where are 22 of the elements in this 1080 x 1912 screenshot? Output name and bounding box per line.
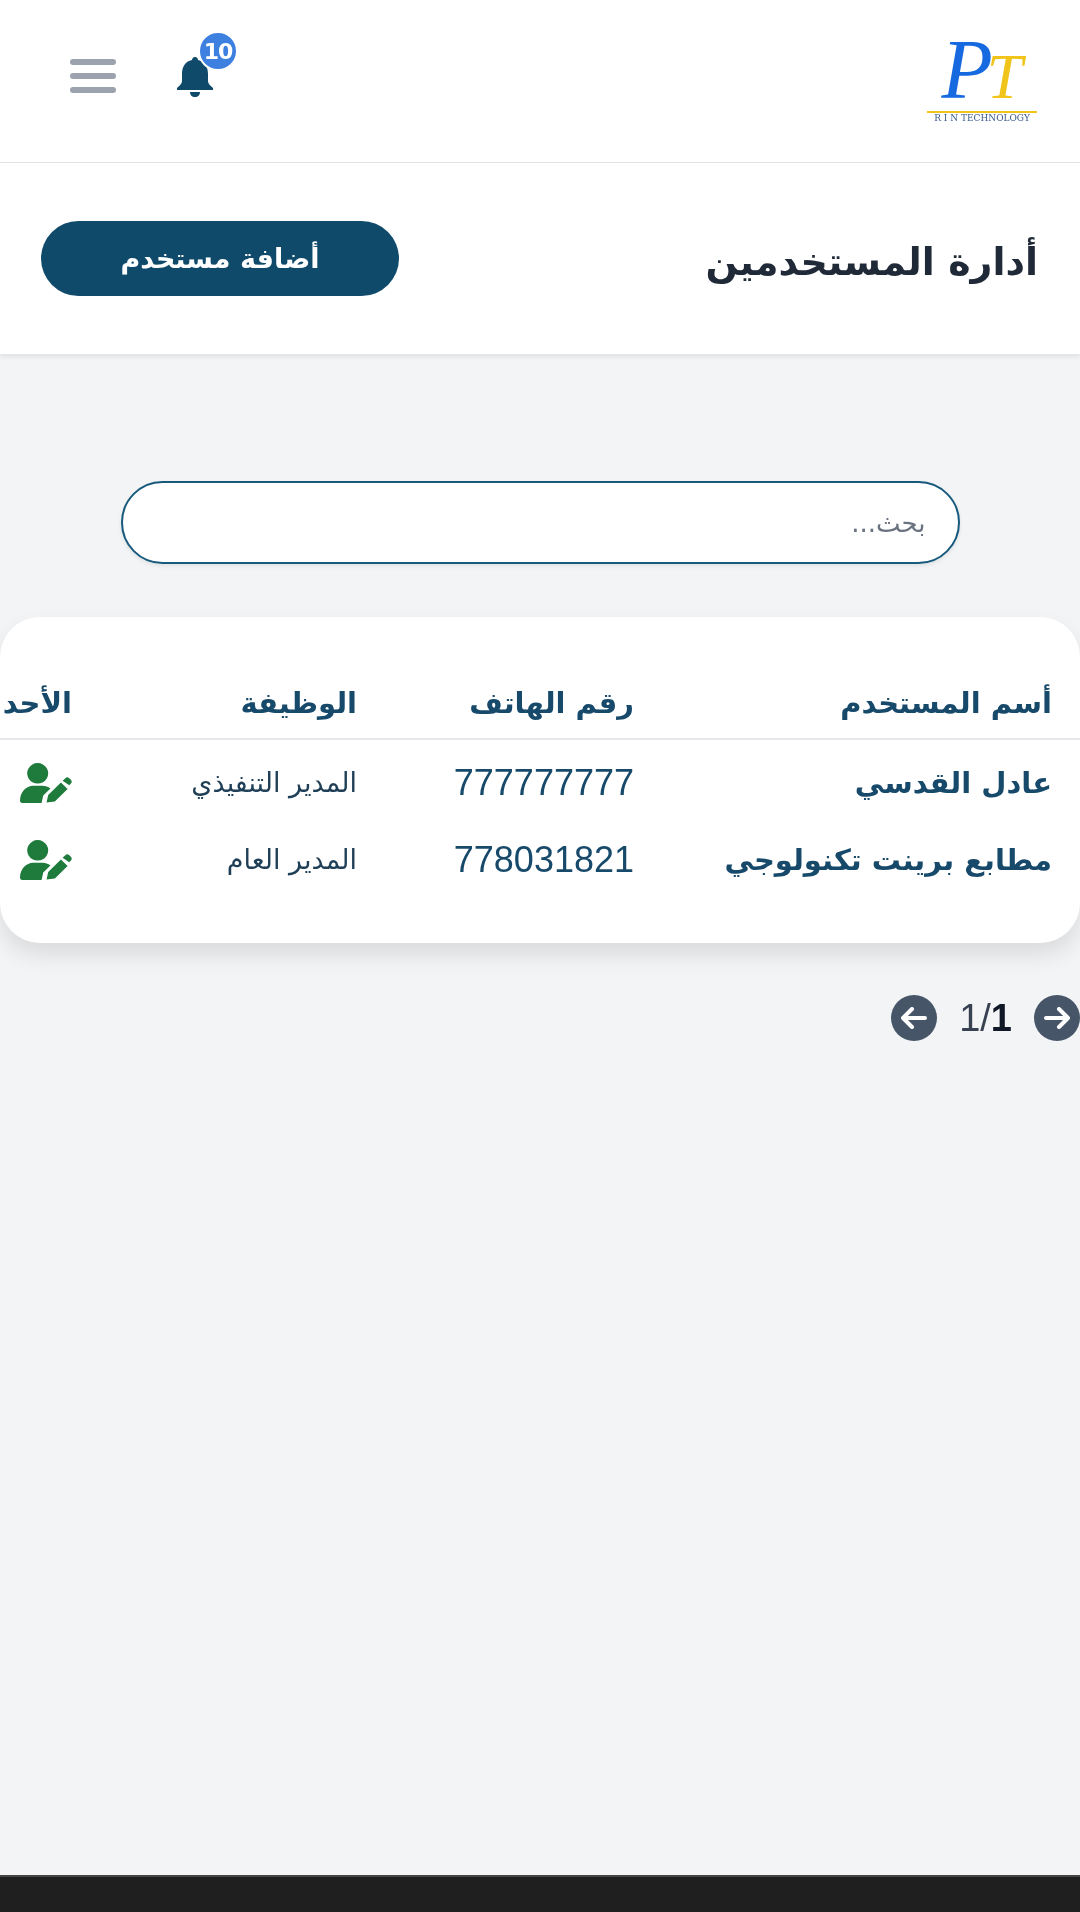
table-cell-text: 778031821 <box>452 838 634 881</box>
search-field[interactable]: بحث... <box>120 481 960 564</box>
table-cell-text: المدير العام <box>225 844 357 875</box>
notification-badge: 10 <box>198 31 238 71</box>
column-header: الأحد <box>1 686 72 720</box>
page-title: أدارة المستخدمين <box>705 239 1038 284</box>
arrow-left-icon <box>901 1007 928 1029</box>
column-header: الوظيفة <box>239 686 357 720</box>
add-user-button[interactable]: أضافة مستخدم <box>41 221 399 296</box>
column-header: أسم المستخدم <box>839 686 1052 720</box>
table-cell-text: 777777777 <box>452 761 634 804</box>
page-indicator: 1/1 <box>959 996 1012 1040</box>
table-cell-text: مطابع برينت تكنولوجي <box>723 842 1052 877</box>
arrow-right-icon <box>1044 1007 1070 1029</box>
previous-page-button[interactable] <box>891 995 938 1041</box>
table-cell-text: عادل القدسي <box>853 765 1052 800</box>
logo-tagline: R I N TECHNOLOGY <box>934 114 1030 125</box>
user-edit-icon[interactable] <box>20 839 72 880</box>
next-page-button[interactable] <box>1034 995 1080 1041</box>
user-edit-icon[interactable] <box>20 762 72 803</box>
table-cell-text: المدير التنفيذي <box>190 767 357 798</box>
column-header: رقم الهاتف <box>468 686 634 720</box>
